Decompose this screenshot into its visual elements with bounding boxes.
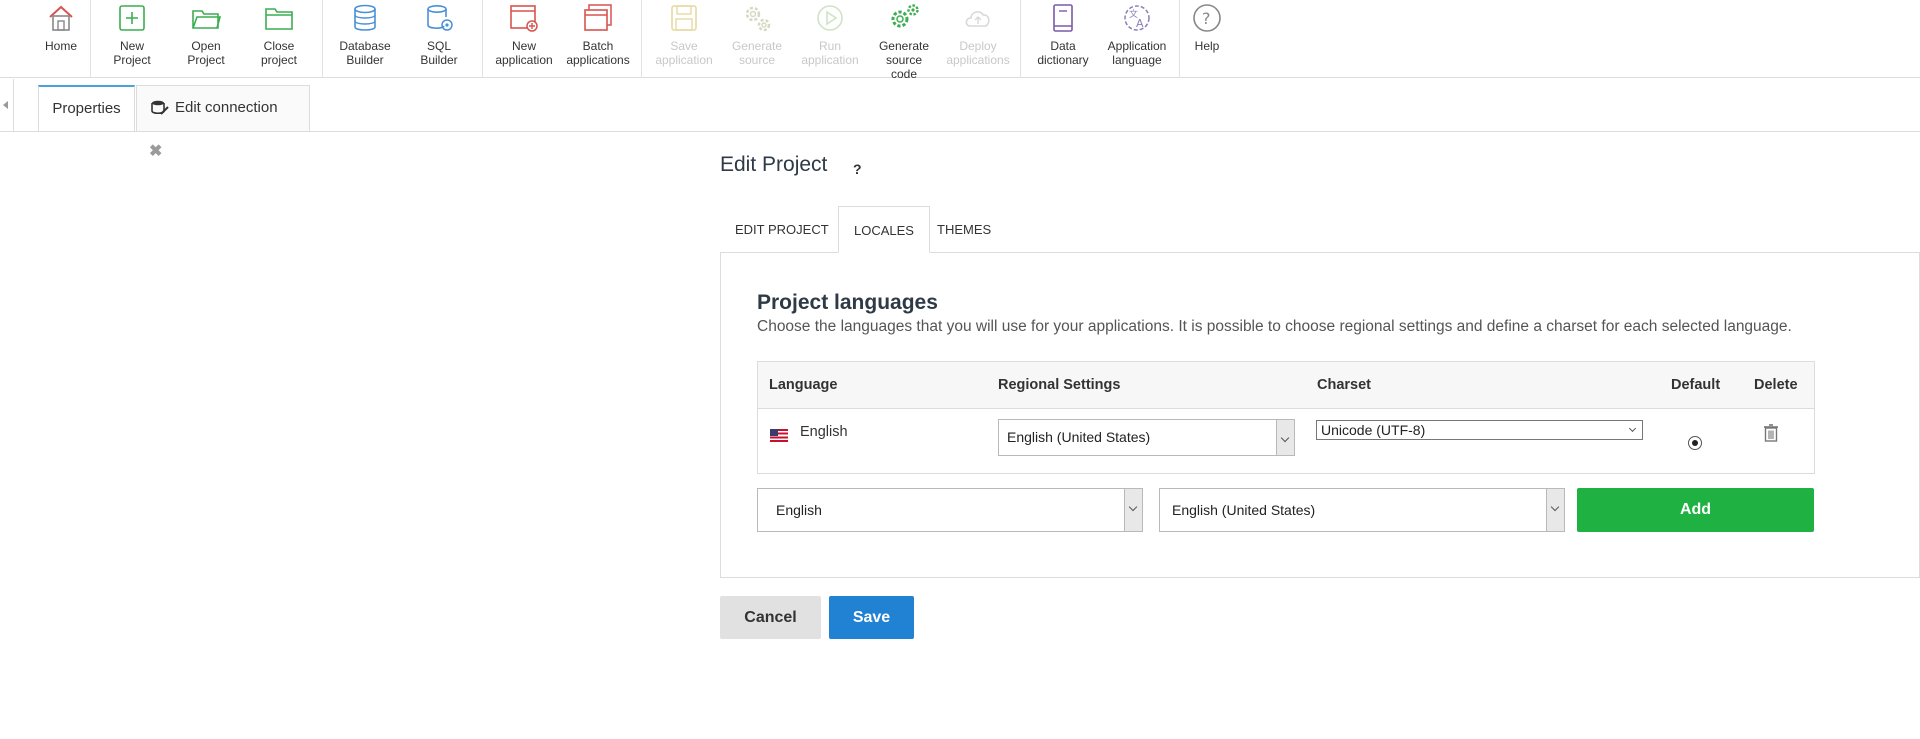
new-application-icon — [510, 5, 538, 32]
home-icon — [49, 5, 73, 31]
new-project-button[interactable]: New Project — [95, 2, 169, 67]
tab-edit-project[interactable]: EDIT PROJECT — [720, 206, 844, 253]
column-header-language: Language — [769, 377, 838, 393]
application-language-button[interactable]: 文A Application language — [1100, 2, 1174, 67]
open-project-button[interactable]: Open Project — [169, 2, 243, 67]
regional-settings-select[interactable]: English (United States) — [998, 419, 1295, 456]
gears-code-icon — [891, 4, 919, 28]
tab-locales[interactable]: LOCALES — [838, 206, 930, 253]
cloud-upload-icon — [965, 11, 990, 27]
column-header-regional-settings: Regional Settings — [998, 377, 1121, 393]
translate-icon: 文A — [1124, 5, 1150, 31]
database-builder-button[interactable]: Database Builder — [328, 2, 402, 67]
cancel-button[interactable]: Cancel — [720, 596, 821, 639]
chevron-down-icon — [1124, 489, 1142, 531]
section-description: Choose the languages that you will use f… — [757, 318, 1792, 335]
home-button[interactable]: Home — [24, 2, 98, 53]
default-language-radio[interactable] — [1688, 436, 1702, 450]
column-header-charset: Charset — [1317, 377, 1371, 393]
save-button[interactable]: Save — [829, 596, 914, 639]
locales-panel: Project languages Choose the languages t… — [720, 252, 1920, 578]
open-folder-icon — [192, 10, 222, 29]
close-project-button[interactable]: Close project — [242, 2, 316, 67]
svg-text:?: ? — [1202, 9, 1211, 28]
deploy-applications-button[interactable]: Deploy applications — [941, 2, 1015, 67]
sql-builder-button[interactable]: SQL Builder — [402, 2, 476, 67]
collapse-sidebar-arrow-icon[interactable] — [0, 79, 14, 132]
close-tab-icon[interactable]: ✖ — [149, 130, 162, 174]
help-question-icon[interactable]: ? — [853, 161, 862, 177]
help-button[interactable]: ? Help — [1170, 2, 1244, 53]
chevron-down-icon — [1546, 489, 1564, 531]
new-project-icon — [119, 5, 145, 31]
new-application-button[interactable]: New application — [487, 2, 561, 67]
generate-source-code-button[interactable]: Generate source code — [867, 2, 941, 81]
toolbar-divider — [641, 0, 642, 78]
table-row: English English (United States) Unicode … — [758, 409, 1814, 473]
save-icon — [671, 5, 697, 31]
trash-icon[interactable] — [1761, 423, 1781, 443]
toolbar-divider — [90, 0, 91, 78]
data-dictionary-button[interactable]: Data dictionary — [1026, 2, 1100, 67]
sql-database-icon — [427, 4, 453, 31]
play-icon — [817, 5, 843, 31]
generate-source-button[interactable]: Generate source — [720, 2, 794, 67]
document-tabs: Properties Edit connection✖ — [0, 79, 1920, 160]
svg-text:A: A — [1136, 17, 1144, 30]
toolbar-divider — [482, 0, 483, 78]
column-header-delete: Delete — [1754, 377, 1798, 393]
database-icon — [354, 4, 376, 31]
chevron-down-icon — [1276, 420, 1294, 455]
add-language-button[interactable]: Add — [1577, 488, 1814, 532]
charset-select[interactable]: Unicode (UTF-8) — [1316, 420, 1643, 440]
new-language-select[interactable]: English — [757, 488, 1143, 532]
help-icon: ? — [1193, 4, 1221, 32]
column-header-default: Default — [1671, 377, 1721, 393]
languages-table: Language Regional Settings Charset Defau… — [757, 361, 1815, 474]
section-title: Project languages — [757, 291, 938, 314]
gears-icon — [745, 6, 771, 32]
close-folder-icon — [265, 8, 293, 30]
batch-applications-button[interactable]: Batch applications — [561, 2, 635, 67]
save-application-button[interactable]: Save application — [647, 2, 721, 67]
database-edit-icon — [151, 100, 169, 115]
run-application-button[interactable]: Run application — [793, 2, 867, 67]
tab-edit-connection[interactable]: Edit connection✖ — [136, 85, 310, 160]
toolbar-divider — [322, 0, 323, 78]
main-toolbar: Home New Project Open Project Close proj… — [0, 0, 1920, 81]
new-regional-settings-select[interactable]: English (United States) — [1159, 488, 1565, 532]
toolbar-divider — [1020, 0, 1021, 78]
batch-applications-icon — [584, 4, 612, 31]
tab-properties[interactable]: Properties — [38, 85, 135, 131]
table-header: Language Regional Settings Charset Defau… — [758, 362, 1814, 409]
book-icon — [1053, 4, 1073, 32]
us-flag-icon — [770, 429, 788, 442]
row-language-name: English — [800, 424, 848, 440]
tab-themes[interactable]: THEMES — [922, 206, 1006, 253]
page-title: Edit Project — [720, 153, 828, 176]
